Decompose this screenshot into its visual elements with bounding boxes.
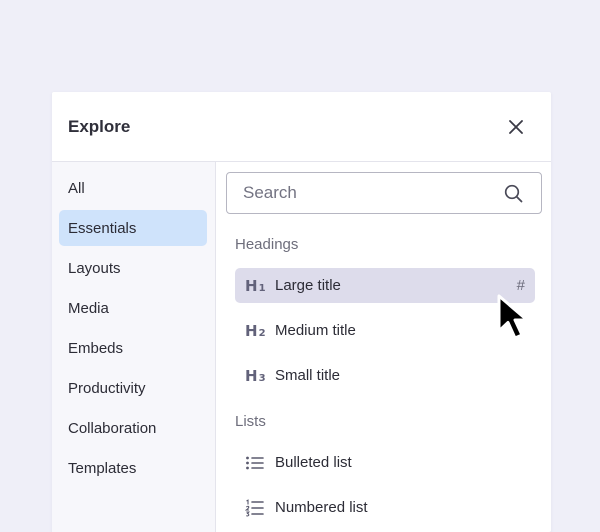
sidebar-item-layouts[interactable]: Layouts (59, 250, 207, 286)
sidebar-item-embeds[interactable]: Embeds (59, 330, 207, 366)
sidebar-item-label: All (68, 179, 85, 197)
heading-3-icon: H3 (245, 366, 266, 385)
lists-section-label: Lists (235, 413, 266, 430)
numbered-list-icon (245, 498, 275, 517)
block-medium-title[interactable]: H2 Medium title (235, 313, 535, 348)
search-input[interactable] (243, 183, 443, 203)
sidebar-item-label: Productivity (68, 379, 146, 397)
heading-2-icon: H2 (245, 321, 266, 340)
block-label: Small title (275, 367, 341, 384)
panel-title: Explore (68, 116, 131, 136)
headings-section-label: Headings (235, 236, 299, 253)
sidebar-item-productivity[interactable]: Productivity (59, 370, 207, 406)
sidebar-item-collaboration[interactable]: Collaboration (59, 410, 207, 446)
shortcut-hint: # (516, 277, 525, 294)
sidebar-item-label: Essentials (68, 219, 137, 237)
sidebar-item-label: Layouts (68, 259, 121, 277)
sidebar-item-label: Embeds (68, 339, 124, 357)
search-icon[interactable] (504, 184, 523, 203)
block-bulleted-list[interactable]: Bulleted list (235, 445, 535, 480)
block-label: Medium title (275, 322, 356, 339)
block-small-title[interactable]: H3 Small title (235, 358, 535, 393)
block-large-title[interactable]: H1 Large title # (235, 268, 535, 303)
panel-header: Explore (52, 92, 551, 162)
sidebar-item-essentials[interactable]: Essentials (59, 210, 207, 246)
category-sidebar: All Essentials Layouts Media Embeds Prod… (52, 162, 216, 532)
block-label: Large title (275, 277, 341, 294)
sidebar-item-label: Templates (68, 459, 137, 477)
panel-body: All Essentials Layouts Media Embeds Prod… (52, 162, 551, 532)
blocks-content: Headings H1 Large title # H2 Medium titl… (216, 162, 551, 532)
heading-1-icon: H1 (245, 276, 266, 295)
sidebar-item-media[interactable]: Media (59, 290, 207, 326)
bulleted-list-icon (245, 455, 275, 471)
sidebar-item-all[interactable]: All (59, 170, 207, 206)
close-button[interactable] (503, 114, 529, 140)
sidebar-item-templates[interactable]: Templates (59, 450, 207, 486)
block-label: Numbered list (275, 499, 368, 516)
sidebar-item-label: Collaboration (68, 419, 157, 437)
explore-panel: Explore All Essentials Layouts Media Emb… (52, 92, 551, 532)
block-label: Bulleted list (275, 454, 352, 471)
close-icon (509, 119, 523, 134)
search-box (226, 172, 542, 214)
sidebar-item-label: Media (68, 299, 109, 317)
mouse-cursor-icon (497, 294, 529, 340)
